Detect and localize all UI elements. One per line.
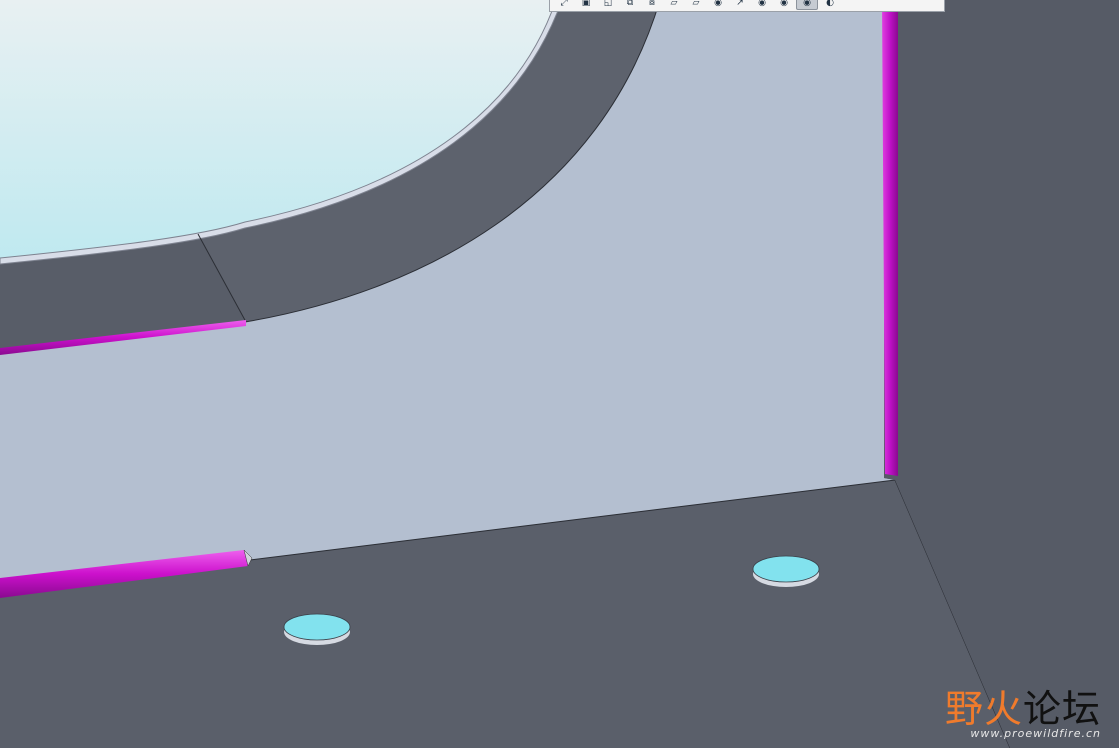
zoom-to-fit-icon[interactable]: ⤢ [554, 0, 574, 9]
datum-planes-icon[interactable]: ▱ [664, 0, 684, 9]
display-style-icon[interactable]: ⧇ [642, 0, 662, 9]
appearance-icon[interactable]: ◐ [820, 0, 840, 9]
show-annotations-icon[interactable]: ◉ [752, 0, 772, 9]
model-viewport[interactable] [0, 0, 1119, 748]
orient-icon[interactable]: ◱ [598, 0, 618, 9]
saved-views-icon[interactable]: ⧉ [620, 0, 640, 9]
watermark-title-part2: 论坛 [1022, 687, 1101, 731]
show-points-icon[interactable]: ◉ [708, 0, 728, 9]
forum-watermark: 野火论坛 www.proewildfire.cn [945, 689, 1101, 740]
watermark-title-part1: 野火 [944, 687, 1023, 731]
show-csys-icon[interactable]: ↗ [730, 0, 750, 9]
watermark-title: 野火论坛 [945, 689, 1101, 729]
datum-axes-icon[interactable]: ▱ [686, 0, 706, 9]
view-toolbar: ⤢ ▣ ◱ ⧉ ⧇ ▱ ▱ ◉ ↗ ◉ ◉ ◉ ◐ [549, 0, 945, 12]
mount-hole-right[interactable] [752, 555, 820, 583]
show-spin-center-icon[interactable]: ◉ [774, 0, 794, 9]
repaint-icon[interactable]: ▣ [576, 0, 596, 9]
visibility-icon[interactable]: ◉ [796, 0, 818, 10]
mount-hole-left[interactable] [283, 613, 351, 641]
